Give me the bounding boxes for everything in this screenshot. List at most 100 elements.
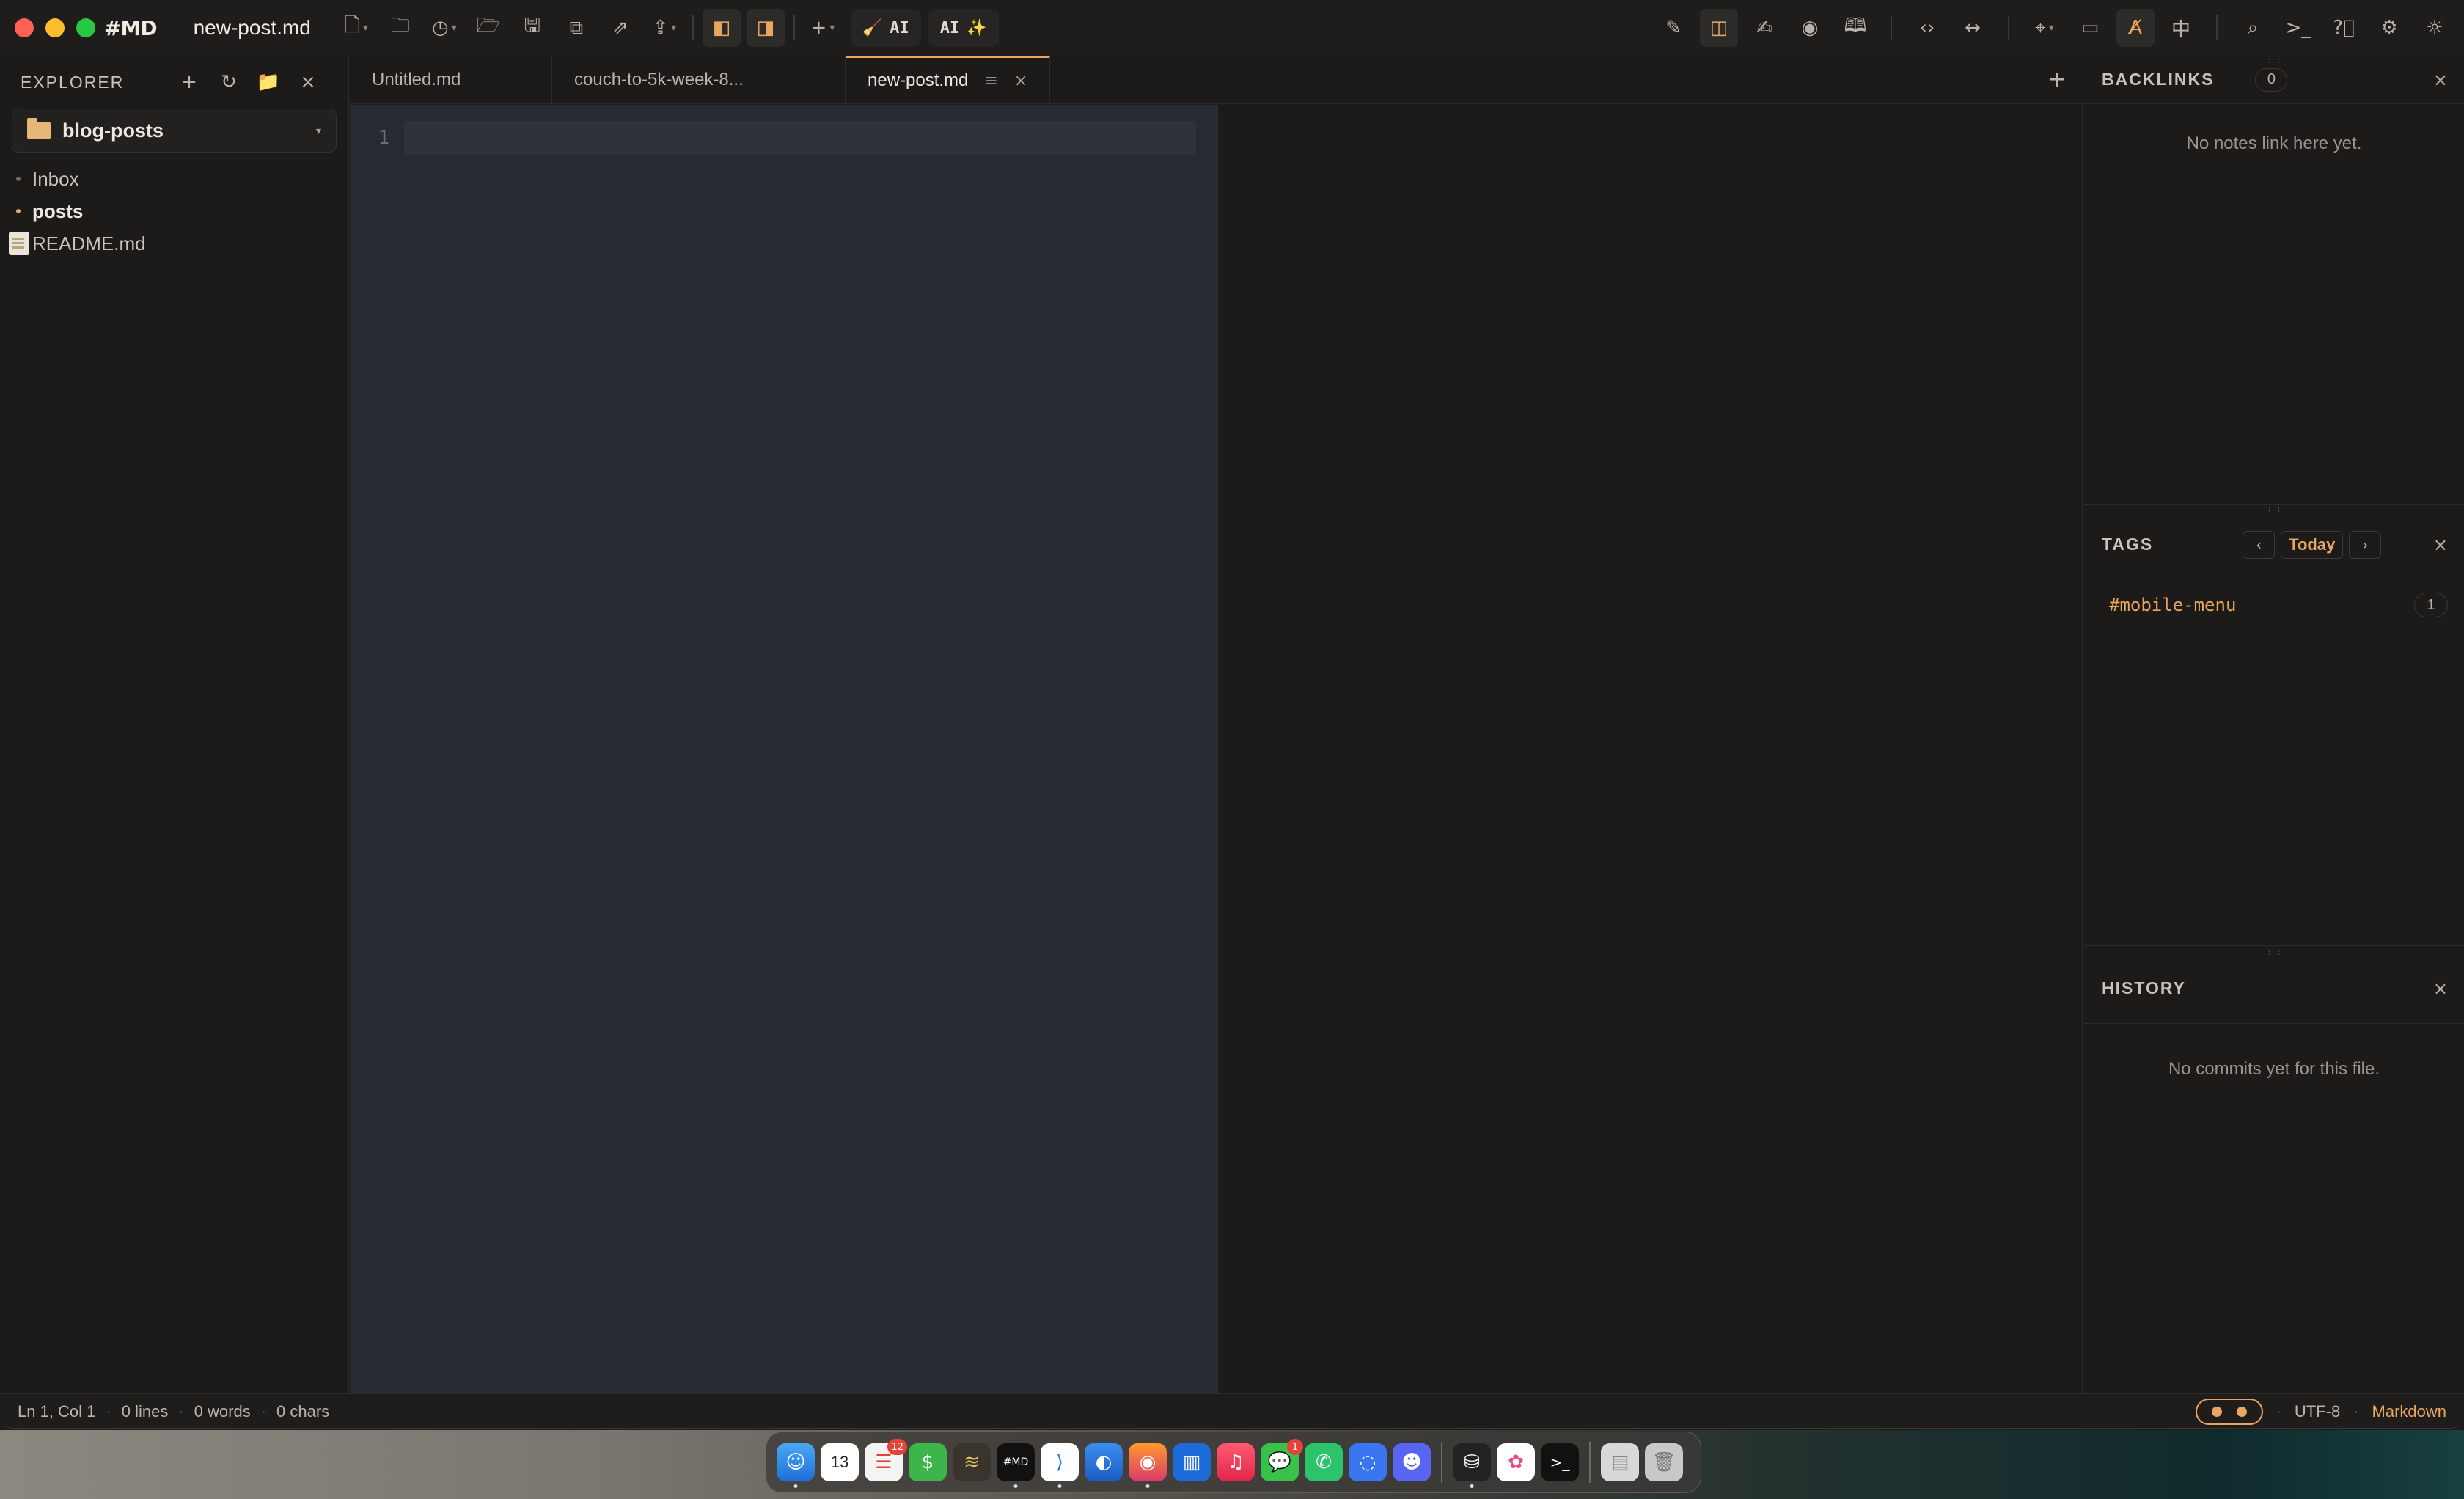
close-window-button[interactable] xyxy=(15,18,34,37)
close-tags-button[interactable]: × xyxy=(2433,535,2448,555)
tab-couch-to-5k[interactable]: couch-to-5k-week-8... xyxy=(552,56,846,103)
close-sidebar-button[interactable]: × xyxy=(288,71,328,93)
split-view-button[interactable]: ◫ xyxy=(1700,9,1738,47)
reading-mode-button[interactable]: 🕮 xyxy=(1836,9,1874,47)
music-icon[interactable]: ♫ xyxy=(1217,1443,1255,1481)
resize-handle[interactable] xyxy=(2269,59,2279,63)
markdown-editor[interactable]: 1 xyxy=(350,105,1218,1393)
new-file-button[interactable]: 🗋 ▾ xyxy=(337,9,375,47)
new-folder-button[interactable]: 📁 xyxy=(249,71,288,93)
sidebar-item-readme[interactable]: README.md xyxy=(0,227,348,260)
ai-assist-button[interactable]: 🧹 AI xyxy=(850,9,921,47)
layers-app-icon[interactable]: ≋ xyxy=(953,1443,991,1481)
close-icon: × xyxy=(300,71,316,93)
signal-icon[interactable]: ◌ xyxy=(1349,1443,1387,1481)
tag-name: #mobile-menu xyxy=(2109,595,2237,615)
terminal-app-icon[interactable]: >_ xyxy=(1541,1443,1579,1481)
open-folder-button[interactable]: 🗀 xyxy=(381,9,419,47)
active-line[interactable] xyxy=(404,121,1196,155)
calendar-icon[interactable]: 13 xyxy=(821,1443,859,1481)
history-empty-message: No commits yet for this file. xyxy=(2168,1059,2380,1079)
close-history-button[interactable]: × xyxy=(2433,978,2448,999)
folder-icon xyxy=(27,118,51,139)
trello-icon[interactable]: ▥ xyxy=(1173,1443,1211,1481)
discord-icon[interactable]: ☻ xyxy=(1393,1443,1431,1481)
finder-icon[interactable]: ☺ xyxy=(777,1443,815,1488)
md-app-icon[interactable]: #MD xyxy=(997,1443,1035,1488)
cursor-position[interactable]: Ln 1, Col 1 xyxy=(18,1402,95,1421)
open-external-button[interactable]: ⇗ xyxy=(601,9,639,47)
photos-icon[interactable]: ✿ xyxy=(1497,1443,1535,1481)
close-tab-icon[interactable]: × xyxy=(1014,72,1027,90)
preview-mode-button[interactable]: ◉ xyxy=(1791,9,1829,47)
focus-mode-button[interactable]: ⌖ ▾ xyxy=(2025,9,2064,47)
today-button[interactable]: Today xyxy=(2281,530,2344,559)
explorer-sidebar: EXPLORER + ↻ 📁 × blog-posts ▾ Inbox post… xyxy=(0,56,349,1393)
insert-button[interactable]: + ▾ xyxy=(804,9,842,47)
browser-icon[interactable]: ◐ xyxy=(1085,1443,1123,1481)
documents-icon[interactable]: ▤ xyxy=(1601,1443,1639,1481)
backlinks-panel: BACKLINKS 0 × No notes link here yet. xyxy=(2084,56,2464,505)
tab-untitled[interactable]: Untitled.md xyxy=(350,56,552,103)
reminders-icon[interactable]: ☰ 12 xyxy=(865,1439,907,1481)
window-title: new-post.md xyxy=(193,16,311,39)
messages-icon[interactable]: 💬 1 xyxy=(1261,1439,1303,1481)
zoom-window-button[interactable] xyxy=(76,18,95,37)
tags-panel: TAGS ‹ Today › × #mobile-menu 1 xyxy=(2084,507,2464,946)
spellcheck-button[interactable]: A̸ xyxy=(2116,9,2155,47)
split-left-icon: ◧ xyxy=(712,17,731,39)
settings-button[interactable]: ⚙ xyxy=(2370,9,2408,47)
folder-button[interactable]: 🗁 xyxy=(469,9,507,47)
close-backlinks-button[interactable]: × xyxy=(2433,70,2448,90)
whatsapp-icon[interactable]: ✆ xyxy=(1305,1443,1343,1481)
sidebar-item-posts[interactable]: posts xyxy=(0,195,348,227)
minimize-window-button[interactable] xyxy=(45,18,65,37)
tab-new-post[interactable]: new-post.md ≡ × xyxy=(846,56,1051,103)
full-width-button[interactable]: ↔ xyxy=(1954,9,1992,47)
folder-icon: 🗁 xyxy=(476,15,500,37)
present-button[interactable]: ▭ xyxy=(2071,9,2109,47)
source-mode-button[interactable]: ‹› xyxy=(1908,9,1946,47)
terminal-button[interactable]: >_ xyxy=(2279,9,2317,47)
save-all-button[interactable]: ⧉ xyxy=(557,9,595,47)
split-right-icon: ◨ xyxy=(756,17,775,39)
preview-icon: ◉ xyxy=(1801,17,1819,39)
file-toolbar: 🗋 ▾ 🗀 ◷ ▾ 🗁 🖫 ⧉ ⇗ ⇪ ▾ xyxy=(337,9,683,47)
notes-icon: ✍ xyxy=(1756,17,1772,39)
export-button[interactable]: ⇪ ▾ xyxy=(645,9,683,47)
file-tree: Inbox posts README.md xyxy=(0,163,348,260)
settings-icon: ⚙ xyxy=(2380,17,2398,39)
sync-toggle[interactable] xyxy=(2195,1398,2263,1425)
sparkle-icon: ✨ xyxy=(967,18,987,37)
resize-handle[interactable] xyxy=(2269,507,2279,512)
vscode-icon[interactable]: ⟩ xyxy=(1041,1443,1079,1488)
ai-generate-button[interactable]: AI ✨ xyxy=(928,9,999,47)
notes-mode-button[interactable]: ✍ xyxy=(1745,9,1783,47)
refresh-button[interactable]: ↻ xyxy=(209,71,249,93)
new-tab-button[interactable]: + xyxy=(2031,56,2083,103)
resize-handle[interactable] xyxy=(2269,950,2279,955)
new-note-button[interactable]: + xyxy=(169,71,209,93)
next-day-button[interactable]: › xyxy=(2349,530,2382,559)
help-button[interactable]: ?⃝ xyxy=(2325,9,2363,47)
language-mode[interactable]: Markdown xyxy=(2372,1402,2446,1421)
encoding-label[interactable]: UTF-8 xyxy=(2295,1402,2340,1421)
tab-menu-icon[interactable]: ≡ xyxy=(984,72,997,90)
firefox-icon[interactable]: ◉ xyxy=(1129,1443,1167,1488)
trash-icon[interactable]: 🗑 xyxy=(1645,1443,1683,1481)
recent-button[interactable]: ◷ ▾ xyxy=(425,9,463,47)
edit-mode-button[interactable]: ✎ xyxy=(1654,9,1693,47)
toggle-right-panel-button[interactable]: ◨ xyxy=(746,9,785,47)
tag-item[interactable]: #mobile-menu 1 xyxy=(2084,576,2464,634)
workspace-select[interactable]: blog-posts ▾ xyxy=(12,109,337,153)
search-button[interactable]: ⌕ xyxy=(2234,9,2272,47)
save-button[interactable]: 🖫 xyxy=(513,9,551,47)
toggle-sidebar-button[interactable]: ◧ xyxy=(702,9,741,47)
theme-toggle-button[interactable]: ☼ xyxy=(2416,9,2454,47)
sidebar-item-inbox[interactable]: Inbox xyxy=(0,163,348,195)
previous-day-button[interactable]: ‹ xyxy=(2243,530,2276,559)
cjk-button[interactable]: 中 xyxy=(2162,9,2200,47)
money-app-icon[interactable]: $ xyxy=(909,1443,947,1481)
archive-app-icon[interactable]: ⛁ xyxy=(1453,1443,1491,1488)
save-all-icon: ⧉ xyxy=(569,16,584,39)
